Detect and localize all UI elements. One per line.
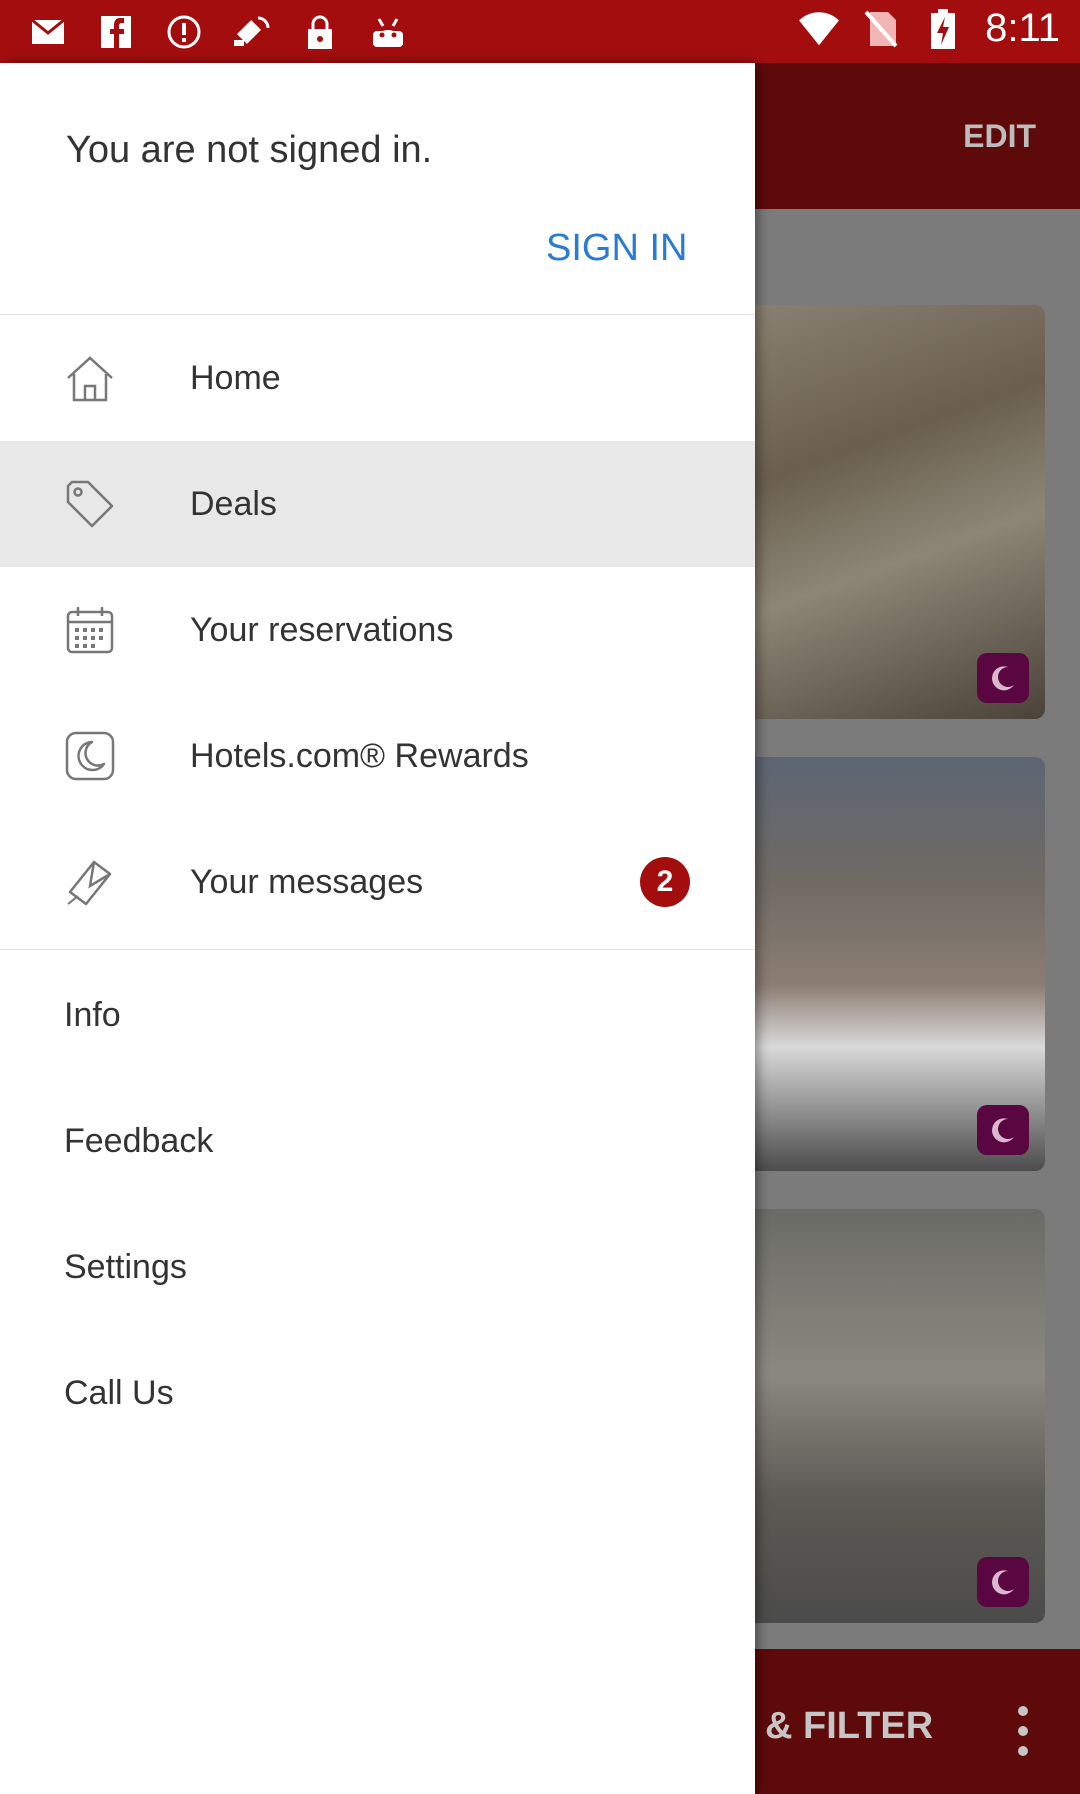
edit-button[interactable]: EDIT: [963, 118, 1036, 155]
drawer-item-rewards[interactable]: Hotels.com® Rewards: [0, 693, 755, 819]
drawer-item-label: Your reservations: [190, 610, 454, 649]
drawer-item-deals[interactable]: Deals: [0, 441, 755, 567]
satellite-icon: [232, 12, 272, 52]
android-icon: [368, 12, 408, 52]
drawer-item-feedback[interactable]: Feedback: [64, 1122, 213, 1161]
moon-icon: [977, 1557, 1029, 1607]
facebook-icon: [96, 12, 136, 52]
drawer-item-call-us[interactable]: Call Us: [64, 1374, 174, 1413]
wifi-icon: [799, 9, 840, 49]
unread-count-badge: 2: [640, 857, 690, 907]
home-icon: [62, 350, 118, 406]
drawer-item-reservations[interactable]: Your reservations: [0, 567, 755, 693]
envelope-icon: [62, 854, 118, 910]
more-vert-icon[interactable]: [1018, 1706, 1030, 1756]
tag-icon: [62, 476, 118, 532]
drawer-item-info[interactable]: Info: [64, 996, 121, 1035]
hotel-card[interactable]: [740, 757, 1045, 1171]
signed-status-text: You are not signed in.: [66, 129, 433, 171]
sign-in-link[interactable]: SIGN IN: [546, 227, 687, 270]
hotel-card[interactable]: [740, 305, 1045, 719]
status-bar: 8:11: [0, 0, 1080, 63]
info-icon: [164, 12, 204, 52]
mail-icon: [28, 12, 68, 52]
drawer-item-label: Deals: [190, 484, 277, 523]
lock-icon: [300, 12, 340, 52]
drawer-item-label: Home: [190, 358, 281, 397]
moon-icon: [977, 653, 1029, 703]
rewards-moon-icon: [62, 728, 118, 784]
clock-time: 8:11: [985, 6, 1060, 50]
drawer-item-home[interactable]: Home: [0, 315, 755, 441]
drawer-item-label: Hotels.com® Rewards: [190, 736, 529, 775]
divider: [0, 949, 755, 950]
sort-filter-button[interactable]: & FILTER: [765, 1705, 933, 1748]
moon-icon: [977, 1105, 1029, 1155]
drawer-item-messages[interactable]: Your messages 2: [0, 819, 755, 945]
drawer-item-label: Your messages: [190, 862, 424, 901]
battery-charging-icon: [923, 8, 963, 49]
no-sim-icon: [861, 9, 901, 49]
drawer-item-settings[interactable]: Settings: [64, 1248, 187, 1287]
calendar-icon: [62, 602, 118, 658]
hotel-card[interactable]: [740, 1209, 1045, 1623]
navigation-drawer: You are not signed in. SIGN IN Home Deal…: [0, 63, 755, 1794]
